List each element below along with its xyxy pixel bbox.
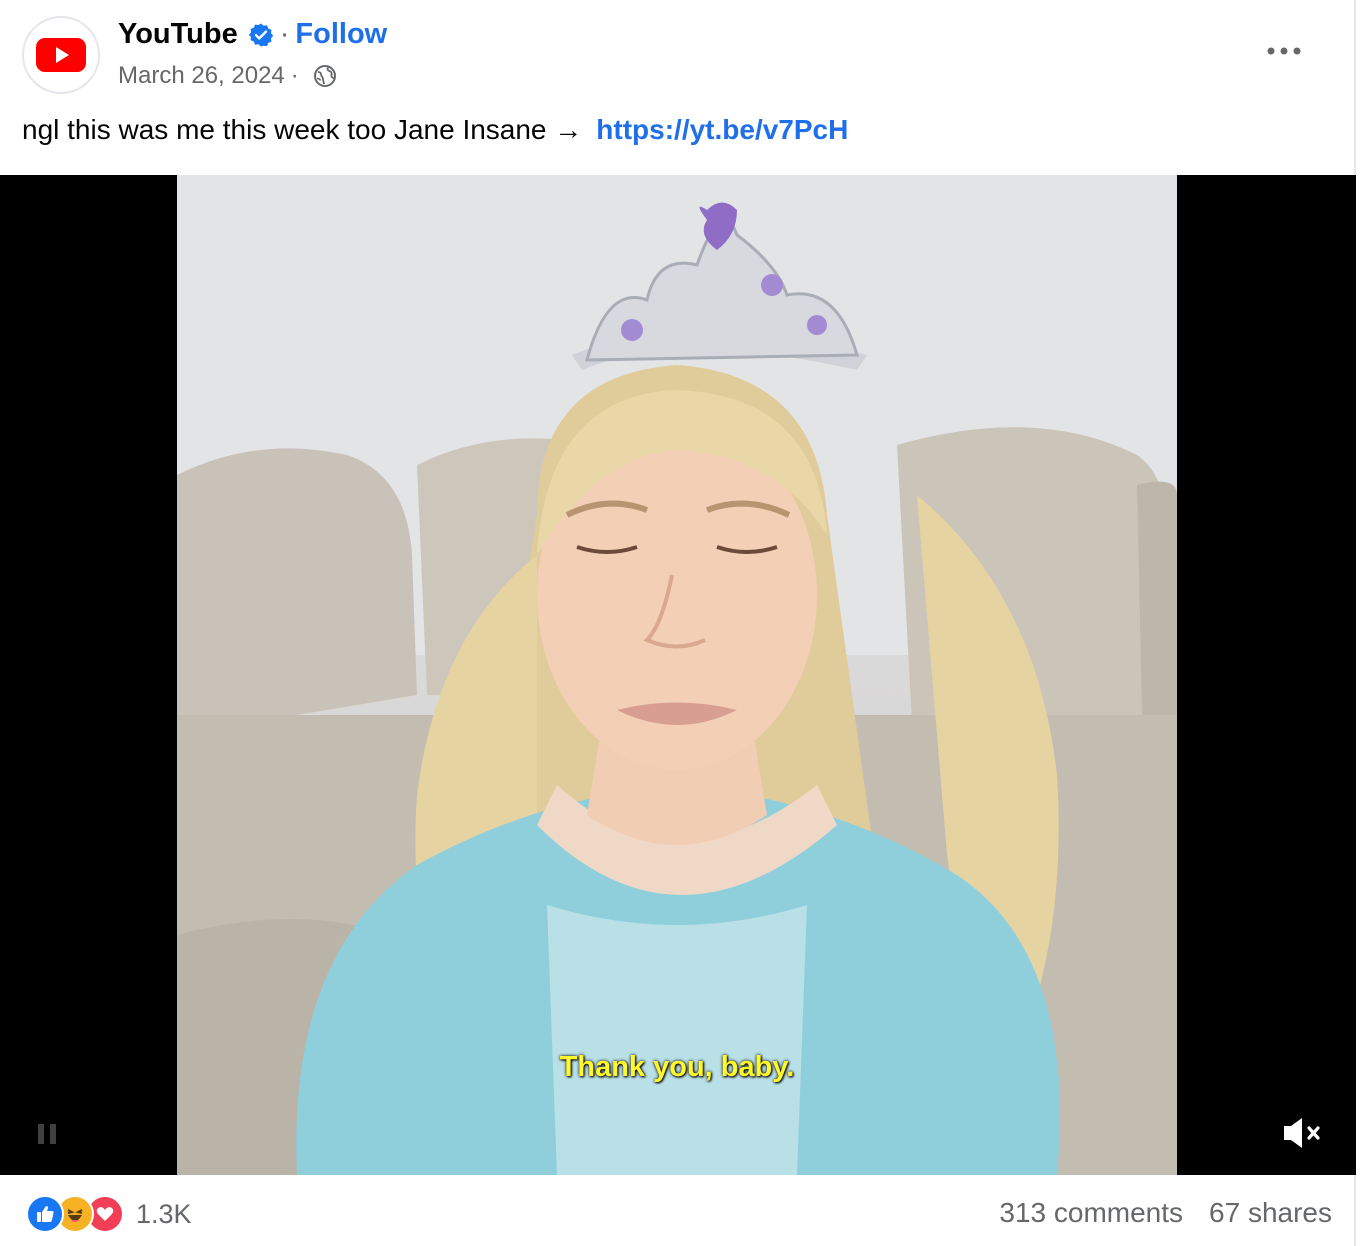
post-header: YouTube · Follow March 26, 2024 · [0,0,1356,110]
video-thumbnail-illustration [177,175,1177,1175]
mute-toggle-button[interactable] [1280,1111,1324,1155]
shares-count-link[interactable]: 67 shares [1209,1197,1332,1229]
youtube-logo-icon [36,38,86,72]
page-name[interactable]: YouTube [118,18,238,51]
play-pause-button[interactable] [32,1119,62,1149]
video-subtitle: Thank you, baby. [559,1051,795,1083]
follow-button[interactable]: Follow [295,18,387,51]
separator-dot: · [279,18,290,50]
verified-badge-icon [248,22,274,48]
more-options-button[interactable] [1264,36,1304,66]
pause-icon [38,1124,56,1144]
muted-speaker-icon [1284,1118,1320,1148]
post-date[interactable]: March 26, 2024 [118,62,285,90]
reactions-summary[interactable]: 1.3K [26,1195,192,1233]
video-player[interactable]: Thank you, baby. [0,175,1356,1175]
video-frame[interactable]: Thank you, baby. [177,175,1177,1175]
meta-separator: · [290,62,299,89]
page-avatar[interactable] [22,16,100,94]
post-footer: 1.3K 313 comments 67 shares [0,1175,1356,1246]
comments-count-link[interactable]: 313 comments [999,1197,1183,1229]
more-dots-icon [1267,47,1301,55]
like-icon [26,1195,64,1233]
caption-text: ngl this was me this week too Jane Insan… [22,114,583,145]
engagement-stats: 313 comments 67 shares [999,1197,1332,1229]
post-caption: ngl this was me this week too Jane Insan… [22,114,848,146]
post-meta: March 26, 2024 · [118,62,337,90]
caption-link[interactable]: https://yt.be/v7PcH [596,114,848,145]
post-card: YouTube · Follow March 26, 2024 · ngl th… [0,0,1356,1246]
reaction-count: 1.3K [136,1198,192,1229]
globe-icon[interactable] [313,64,337,88]
page-name-row: YouTube · Follow [118,18,387,51]
